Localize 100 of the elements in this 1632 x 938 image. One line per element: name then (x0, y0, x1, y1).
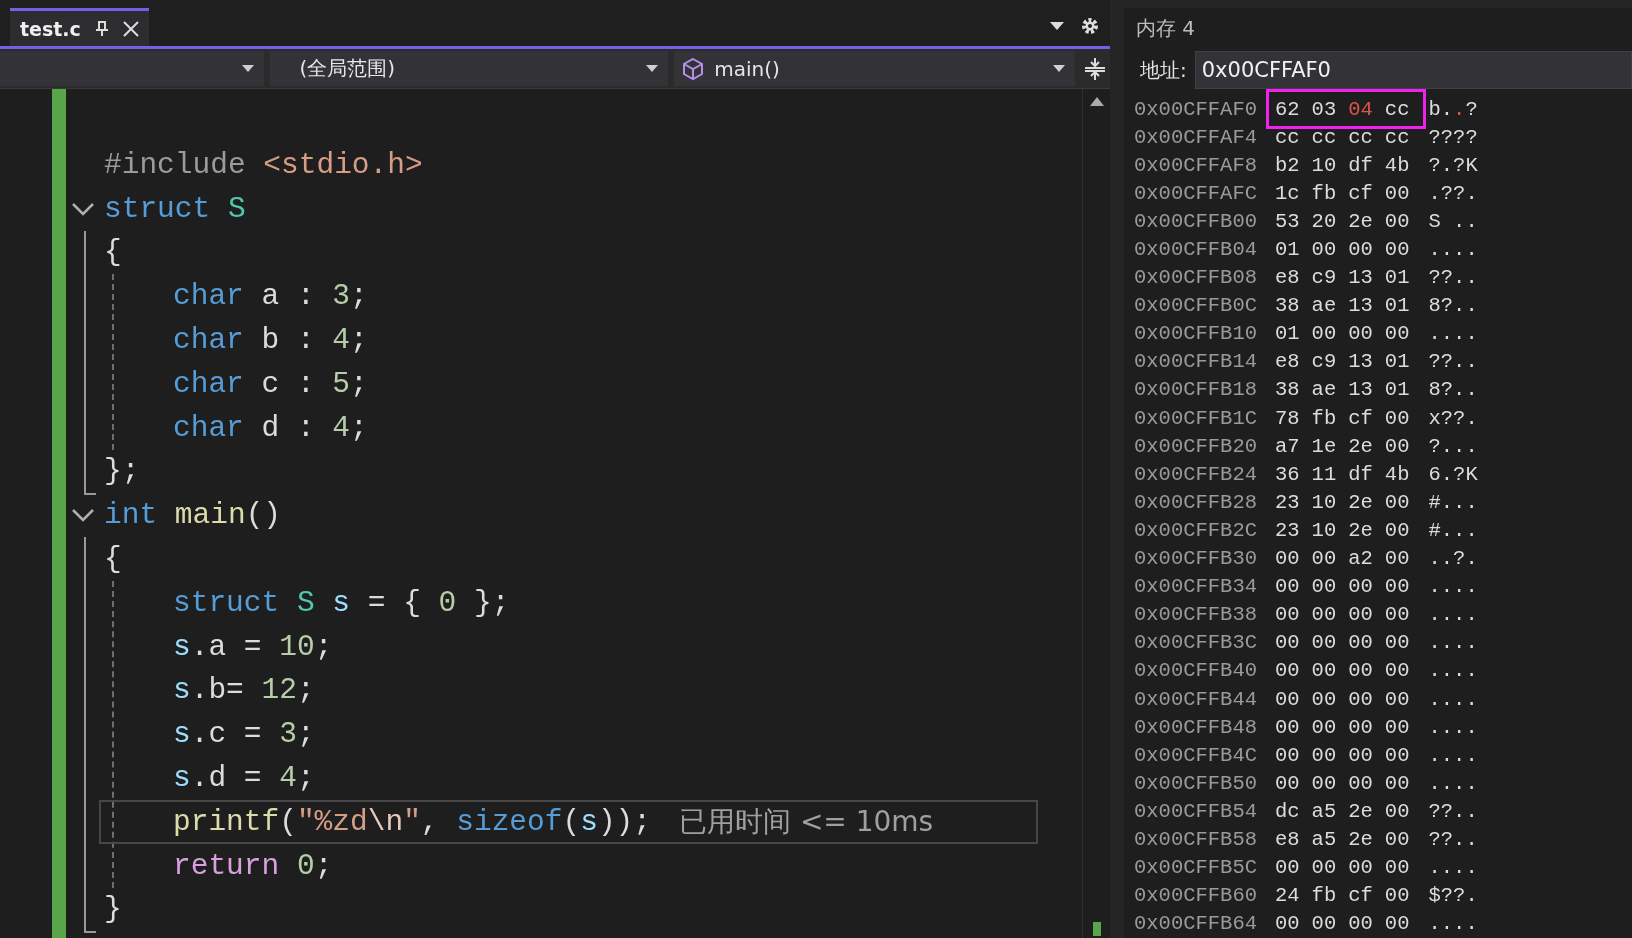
memory-ascii: .... (1428, 856, 1478, 880)
memory-byte: cc (1384, 97, 1410, 121)
memory-byte: 38 (1275, 378, 1300, 402)
code-text: }; (104, 454, 140, 489)
memory-byte: 62 (1275, 97, 1300, 121)
memory-byte: 00 (1275, 603, 1300, 627)
memory-ascii: .... (1428, 238, 1478, 261)
memory-byte: 13 (1348, 294, 1373, 318)
memory-byte: e8 (1275, 828, 1300, 851)
dropdown-caret-icon[interactable] (1050, 22, 1064, 30)
memory-ascii: ??.. (1428, 828, 1478, 851)
scroll-marker (1092, 922, 1101, 936)
memory-byte: e8 (1275, 266, 1300, 290)
settings-icon[interactable] (1080, 16, 1100, 36)
code-text: char d : 4; (173, 410, 368, 445)
memory-byte: cc (1275, 125, 1300, 149)
memory-byte: 00 (1311, 631, 1337, 655)
memory-byte: 01 (1384, 350, 1410, 374)
pin-icon[interactable] (94, 20, 109, 37)
memory-byte: 11 (1311, 462, 1337, 486)
split-icon[interactable] (1085, 56, 1106, 81)
memory-address: 0x00CFFB2C (1133, 518, 1259, 542)
memory-byte: cf (1348, 884, 1373, 908)
memory-byte: 00 (1384, 518, 1410, 542)
member-dropdown[interactable]: main() (674, 51, 1075, 86)
tab-label: test.c (20, 17, 81, 40)
memory-byte: 00 (1275, 659, 1300, 683)
memory-byte: 00 (1348, 659, 1373, 683)
memory-byte: a7 (1275, 434, 1300, 458)
address-field[interactable]: 0x00CFFAF0 (1194, 51, 1632, 89)
close-icon[interactable] (122, 20, 139, 37)
memory-byte: 00 (1311, 547, 1337, 571)
memory-byte: 00 (1384, 238, 1410, 261)
code-text: } (104, 892, 122, 927)
memory-byte: 10 (1311, 153, 1337, 177)
memory-ascii: .... (1428, 912, 1478, 936)
memory-byte: 00 (1384, 799, 1410, 823)
memory-byte: 38 (1275, 294, 1300, 318)
memory-byte: cc (1384, 125, 1410, 149)
memory-byte: cf (1348, 181, 1373, 205)
memory-byte: 00 (1384, 406, 1410, 430)
elapsed-time-hint: 已用时间 <= 10ms (679, 803, 934, 840)
memory-ascii: #... (1428, 518, 1478, 542)
memory-byte: b2 (1275, 153, 1300, 177)
memory-byte: 00 (1384, 856, 1410, 880)
memory-byte: fb (1311, 884, 1337, 908)
memory-address: 0x00CFFB50 (1133, 771, 1259, 795)
memory-byte: 00 (1384, 687, 1410, 711)
memory-byte: fb (1311, 406, 1337, 430)
memory-byte: 00 (1275, 631, 1300, 655)
code-text: return 0; (173, 848, 333, 883)
code-text: int main() (104, 498, 282, 533)
memory-byte: 2e (1348, 434, 1373, 458)
memory-byte: 00 (1348, 771, 1373, 795)
file-tab[interactable]: test.c (10, 8, 149, 46)
memory-address: 0x00CFFB14 (1133, 350, 1259, 374)
memory-byte: a2 (1348, 547, 1373, 571)
memory-byte: 10 (1311, 518, 1337, 542)
memory-ascii: ???? (1428, 125, 1478, 149)
memory-byte: 00 (1348, 322, 1373, 346)
memory-address: 0x00CFFB04 (1133, 238, 1259, 261)
code-text: char a : 3; (173, 279, 368, 314)
collapse-chevron-icon[interactable] (71, 508, 95, 523)
memory-address: 0x00CFFB48 (1133, 715, 1259, 739)
code-text: #include <stdio.h> (104, 147, 423, 182)
memory-ascii: S .. (1428, 209, 1478, 233)
memory-byte: 13 (1348, 378, 1373, 402)
memory-ascii: .... (1428, 659, 1478, 683)
collapse-chevron-icon[interactable] (71, 201, 95, 216)
memory-byte: 00 (1384, 209, 1410, 233)
memory-address: 0x00CFFB18 (1133, 378, 1259, 402)
memory-address: 0x00CFFB20 (1133, 434, 1259, 458)
scope-dropdown[interactable]: (全局范围) (269, 51, 669, 86)
code-text: s.a = 10; (173, 629, 333, 664)
code-text: char c : 5; (173, 366, 368, 401)
code-text: struct S (104, 191, 246, 226)
code-text: { (104, 235, 122, 270)
memory-address: 0x00CFFB08 (1133, 266, 1259, 290)
memory-byte: a5 (1311, 799, 1337, 823)
scroll-up-icon[interactable] (1089, 97, 1104, 106)
memory-byte: 2e (1348, 799, 1373, 823)
code-text: printf("%zd\n", sizeof(s)); (173, 804, 651, 839)
memory-byte: 01 (1384, 266, 1410, 290)
memory-byte: 00 (1311, 856, 1337, 880)
code-text: char b : 4; (173, 323, 368, 358)
memory-byte: 00 (1384, 434, 1410, 458)
memory-byte: df (1348, 153, 1373, 177)
memory-byte: 00 (1348, 238, 1373, 261)
memory-byte: 00 (1275, 856, 1300, 880)
memory-ascii: .... (1428, 603, 1478, 627)
memory-byte: 00 (1348, 603, 1373, 627)
memory-ascii: ??.. (1428, 799, 1478, 823)
memory-ascii: .... (1428, 715, 1478, 739)
memory-byte: 00 (1275, 715, 1300, 739)
memory-address: 0x00CFFB3C (1133, 631, 1259, 655)
memory-byte: fb (1311, 181, 1337, 205)
memory-byte: 1e (1311, 434, 1337, 458)
memory-byte: c9 (1311, 350, 1337, 374)
memory-byte: 00 (1384, 490, 1410, 514)
memory-byte: 4b (1384, 153, 1410, 177)
